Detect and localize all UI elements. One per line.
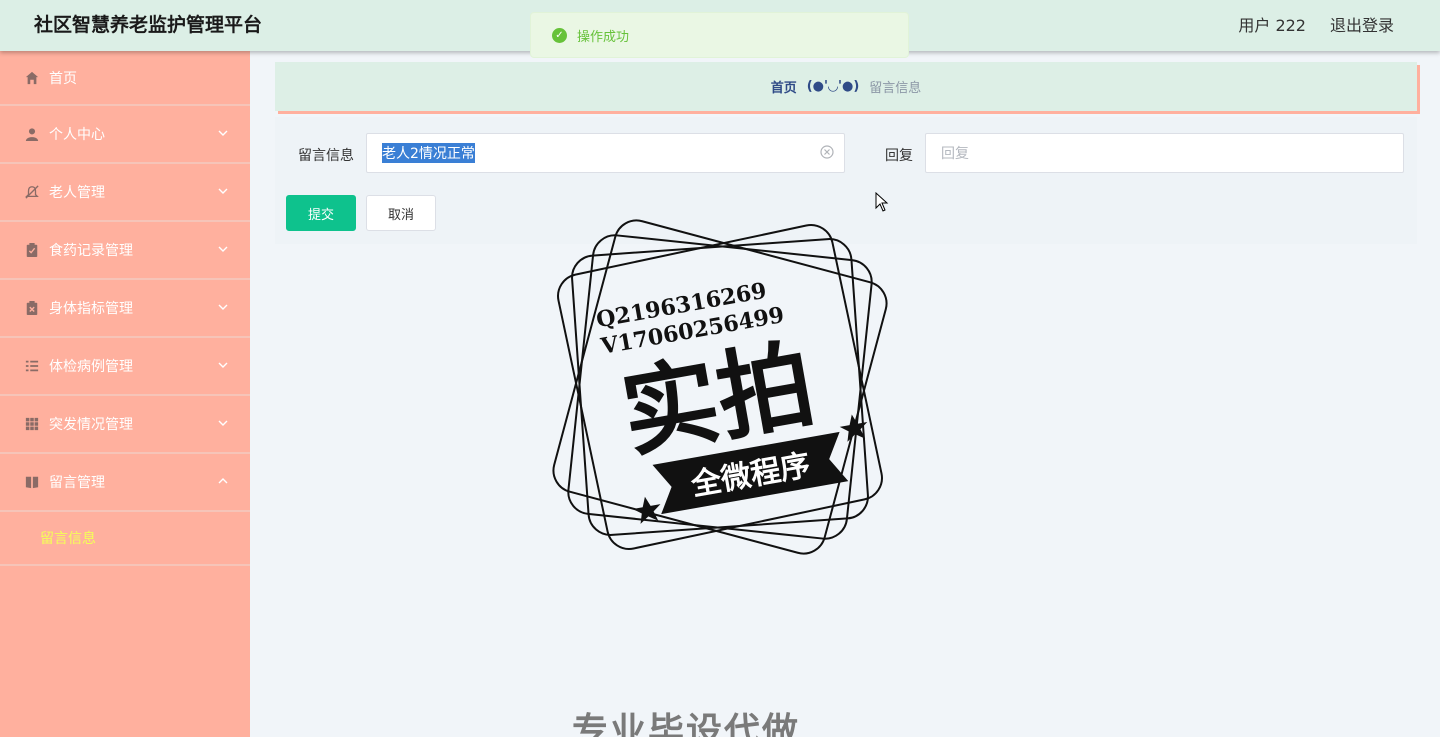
mouse-cursor-icon [875, 192, 889, 212]
sidebar-item-elderly-management[interactable]: 老人管理 [0, 164, 250, 222]
chevron-down-icon [218, 128, 228, 138]
sidebar-item-label: 老人管理 [49, 185, 105, 201]
chevron-up-icon [218, 476, 228, 486]
reply-label: 回复 [885, 148, 913, 164]
chevron-down-icon [218, 302, 228, 312]
breadcrumb: 首页 (●'◡'●) 留言信息 [275, 62, 1417, 111]
breadcrumb-current: 留言信息 [869, 81, 922, 96]
user-info: 用户 222 [1238, 16, 1306, 35]
logout-link[interactable]: 退出登录 [1330, 12, 1394, 36]
sidebar: 首页 个人中心 老人管理 食药记录管理 身体指标管理 体检病例管理 突发情况管理… [0, 51, 250, 737]
sidebar-item-medical-exam-cases[interactable]: 体检病例管理 [0, 338, 250, 396]
sidebar-item-message-management[interactable]: 留言管理 [0, 454, 250, 512]
home-icon [25, 71, 39, 85]
chevron-down-icon [218, 360, 228, 370]
chevron-down-icon [218, 244, 228, 254]
message-input-value: 老人2情况正常 [382, 143, 475, 163]
clipboard-check-icon [25, 243, 39, 257]
sidebar-item-body-indicators[interactable]: 身体指标管理 [0, 280, 250, 338]
cancel-button[interactable]: 取消 [366, 195, 436, 231]
person-icon [25, 127, 39, 141]
chevron-down-icon [218, 418, 228, 428]
chevron-down-icon [218, 186, 228, 196]
success-toast: ✓ 操作成功 [530, 12, 909, 58]
bottom-watermark-text: 专业毕设代做 [572, 711, 801, 737]
bell-off-icon [25, 185, 39, 199]
check-circle-icon: ✓ [552, 27, 567, 43]
submit-button[interactable]: 提交 [286, 195, 356, 231]
sidebar-item-label: 体检病例管理 [49, 359, 133, 375]
sidebar-item-label: 身体指标管理 [49, 301, 133, 317]
sidebar-item-label: 突发情况管理 [49, 417, 133, 433]
sidebar-subitem-message-info[interactable]: 留言信息 [0, 512, 250, 566]
watermark-stamp: Q2196316269 V17060256499 实拍 全微程序 [545, 212, 895, 562]
sidebar-item-label: 留言管理 [49, 475, 105, 491]
sidebar-item-emergency-management[interactable]: 突发情况管理 [0, 396, 250, 454]
app-title: 社区智慧养老监护管理平台 [34, 14, 263, 36]
breadcrumb-home[interactable]: 首页 [771, 77, 797, 96]
sidebar-item-personal-center[interactable]: 个人中心 [0, 106, 250, 164]
message-label: 留言信息 [298, 148, 354, 164]
reply-input-placeholder: 回复 [941, 146, 969, 162]
clipboard-x-icon [25, 301, 39, 315]
grid-icon [25, 417, 39, 431]
message-input[interactable]: 老人2情况正常 [366, 133, 845, 173]
sidebar-item-label: 首页 [49, 70, 77, 87]
list-icon [25, 359, 39, 373]
sidebar-item-label: 食药记录管理 [49, 243, 133, 259]
book-icon [25, 475, 39, 489]
reply-input[interactable]: 回复 [925, 133, 1404, 173]
sidebar-item-home[interactable]: 首页 [0, 51, 250, 106]
sidebar-item-food-medicine-records[interactable]: 食药记录管理 [0, 222, 250, 280]
toast-message: 操作成功 [577, 29, 630, 45]
sidebar-item-label: 个人中心 [49, 127, 105, 143]
clear-icon[interactable] [820, 145, 834, 159]
breadcrumb-separator: (●'◡'●) [806, 79, 860, 94]
